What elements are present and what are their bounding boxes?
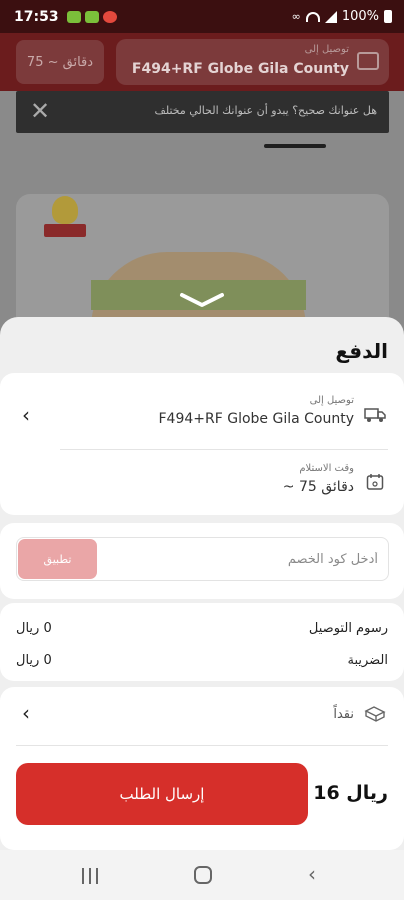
page-title: الدفع bbox=[335, 339, 388, 363]
chevron-left-icon[interactable]: ‹ bbox=[22, 701, 30, 725]
status-bar: 17:53 ∞ 100% bbox=[0, 0, 404, 33]
address-chip-value: F494+RF Globe Gila County bbox=[131, 61, 349, 77]
link-icon: ∞ bbox=[291, 10, 301, 23]
pickup-label: وقت الاستلام bbox=[299, 463, 354, 474]
signal-icon bbox=[324, 10, 337, 23]
back-icon[interactable]: ‹ bbox=[308, 862, 316, 886]
submit-order-button[interactable]: إرسال الطلب bbox=[16, 763, 308, 825]
delivery-fee-label: رسوم التوصيل bbox=[308, 621, 388, 636]
delivery-label: توصيل إلى bbox=[309, 395, 354, 406]
payment-method-label: نقداً bbox=[333, 707, 354, 722]
address-chip-label: توصيل إلى bbox=[304, 44, 349, 55]
order-total: 16 ريال bbox=[313, 782, 388, 804]
discount-card: تطبيق bbox=[0, 523, 404, 599]
divider bbox=[60, 449, 388, 450]
android-icon bbox=[66, 10, 81, 23]
apply-discount-button[interactable]: تطبيق bbox=[18, 539, 97, 579]
system-nav-bar: ‹ bbox=[0, 850, 404, 900]
home-icon[interactable] bbox=[194, 866, 212, 884]
wifi-icon bbox=[305, 11, 320, 22]
calendar-icon bbox=[366, 474, 384, 490]
delivery-fee-value: 0 ريال bbox=[16, 621, 52, 636]
truck-icon bbox=[364, 408, 386, 422]
delivery-time-chip[interactable]: 75 ~ دقائق bbox=[16, 40, 104, 84]
recent-apps-icon[interactable] bbox=[82, 868, 98, 884]
chevron-left-icon[interactable]: ‹ bbox=[22, 403, 30, 427]
pickup-time: ~ 75 دقائق bbox=[282, 479, 354, 495]
tax-label: الضريبة bbox=[347, 653, 388, 668]
cash-icon bbox=[364, 706, 386, 722]
fees-card: رسوم التوصيل 0 ريال الضريبة 0 ريال bbox=[0, 603, 404, 681]
status-time: 17:53 bbox=[14, 8, 59, 25]
close-icon[interactable]: ✕ bbox=[30, 97, 50, 125]
address-chip[interactable]: توصيل إلى F494+RF Globe Gila County bbox=[116, 39, 389, 85]
tax-row: الضريبة 0 ريال bbox=[16, 653, 388, 668]
toast-message: هل عنوانك صحيح؟ يبدو أن عنوانك الحالي مخ… bbox=[154, 104, 377, 117]
android-icon bbox=[84, 10, 99, 23]
delivery-fee-row: رسوم التوصيل 0 ريال bbox=[16, 621, 388, 636]
battery-percent: 100% bbox=[341, 9, 379, 24]
battery-icon bbox=[384, 10, 392, 23]
divider bbox=[16, 745, 388, 746]
checkout-sheet: الدفع توصيل إلى F494+RF Globe Gila Count… bbox=[0, 317, 404, 850]
chevron-down-icon[interactable] bbox=[178, 292, 226, 308]
restaurant-logo bbox=[44, 194, 86, 242]
delivery-address: F494+RF Globe Gila County bbox=[158, 411, 354, 427]
payment-card: نقداً ‹ إرسال الطلب 16 ريال bbox=[0, 687, 404, 850]
address-toast: هل عنوانك صحيح؟ يبدو أن عنوانك الحالي مخ… bbox=[16, 91, 389, 133]
discount-code-input[interactable] bbox=[118, 538, 378, 580]
delivery-time-text: 75 ~ دقائق bbox=[26, 54, 94, 70]
tax-value: 0 ريال bbox=[16, 653, 52, 668]
delivery-details-card: توصيل إلى F494+RF Globe Gila County ‹ وق… bbox=[0, 373, 404, 515]
drag-handle bbox=[264, 144, 326, 148]
app-notification-icon bbox=[102, 10, 117, 23]
discount-code-box: تطبيق bbox=[16, 537, 389, 581]
truck-icon bbox=[357, 52, 379, 70]
